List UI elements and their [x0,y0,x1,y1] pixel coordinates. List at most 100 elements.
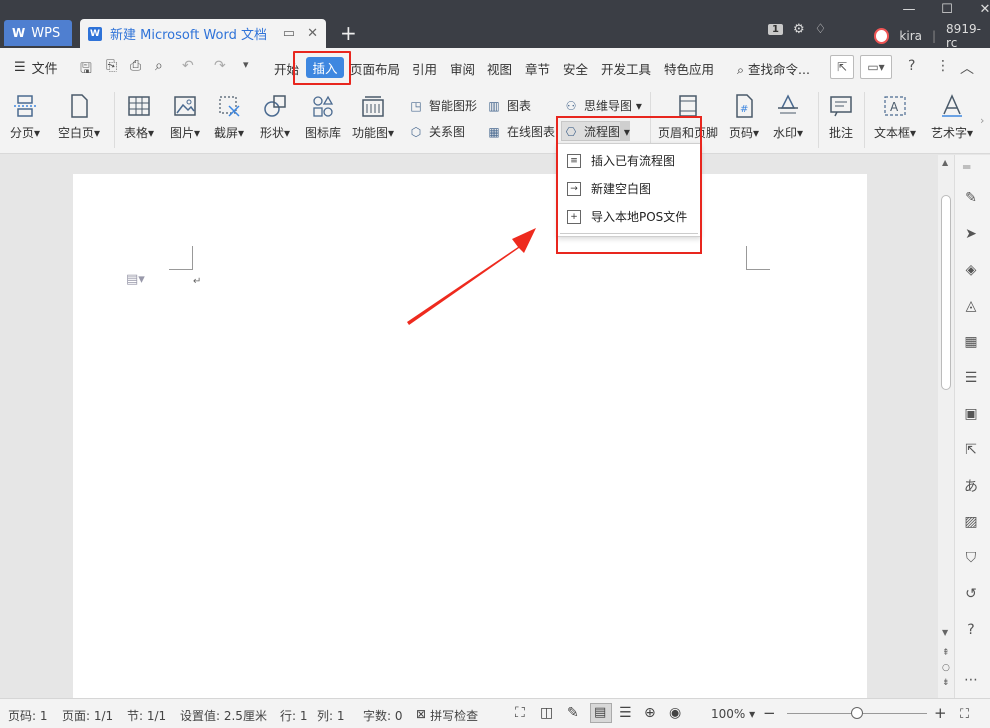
tab-page-layout[interactable]: 页面布局 [350,59,400,78]
maximize-icon[interactable]: ☐ [940,2,954,17]
undo-icon[interactable]: ↶ [182,58,194,74]
picture-tool-icon[interactable]: ▨ [961,512,981,532]
page-break-icon [12,93,38,119]
user-area[interactable]: kira | 8919-rc [874,22,990,50]
scroll-down-icon[interactable]: ▼ [942,628,948,637]
image-gallery-icon[interactable]: ▣ [961,404,981,424]
avatar[interactable] [874,28,890,44]
more-icon[interactable]: ⋮ [936,58,950,74]
collapse-ribbon-icon[interactable]: ︿ [960,58,974,78]
section-status[interactable]: 节: 1/1 [127,707,166,724]
eye-protection-icon[interactable]: ◉ [669,705,681,721]
collapse-menu-button[interactable]: ▭▾ [860,55,892,79]
word-count-status[interactable]: 字数: 0 [363,707,403,724]
cursor-icon[interactable]: ➤ [961,224,981,244]
fill-icon[interactable]: ◬ [961,296,981,316]
setting-status[interactable]: 设置值: 2.5厘米 [180,707,267,724]
security-shield-icon[interactable]: ⛉ [961,548,981,568]
tab-developer[interactable]: 开发工具 [601,59,651,78]
pin-icon[interactable]: ▭ [283,26,295,41]
new-tab-button[interactable]: + [340,21,357,45]
reading-mode-icon[interactable]: ◫ [540,705,553,721]
translate-icon[interactable]: あ [961,476,981,496]
tab-references[interactable]: 引用 [412,59,437,78]
prev-page-icon[interactable]: ⇞ [942,648,950,658]
close-window-icon[interactable]: ✕ [978,2,990,17]
settings-icon[interactable]: ⚙ [793,22,805,37]
zoom-slider-knob[interactable] [851,707,863,719]
page-number-button[interactable]: # 页码▾ [729,93,759,141]
window-count-badge[interactable]: 1 [768,24,783,35]
bar-chart-icon: ▥ [488,98,500,113]
blank-page-button[interactable]: 空白页▾ [58,93,100,141]
tab-chapter[interactable]: 章节 [525,59,550,78]
skin-icon[interactable]: ♢ [815,22,827,37]
help-circle-icon[interactable]: ? [961,620,981,640]
user-name[interactable]: kira [899,29,922,43]
outline-view-icon[interactable]: ☰ [619,705,632,721]
watermark-button[interactable]: 水印▾ [773,93,803,141]
page-break-button[interactable]: 分页▾ [10,93,40,141]
page-number-status[interactable]: 页码: 1 [8,707,48,724]
redo-icon[interactable]: ↷ [214,58,226,74]
preview-icon[interactable]: ⌕ [155,58,163,74]
table-button[interactable]: 表格▾ [124,93,154,141]
command-search[interactable]: ⌕ 查找命令... [737,59,810,78]
share-icon: ⇱ [836,60,848,74]
print-icon[interactable]: ⎙ [130,58,141,74]
picture-button[interactable]: 图片▾ [170,93,200,141]
spell-check-icon: ⊠ [416,707,427,721]
smart-art-label: 智能图形 [429,99,478,113]
tab-security[interactable]: 安全 [563,59,588,78]
pen-icon[interactable]: ✎ [961,188,981,208]
export-icon[interactable]: ⎘ [106,58,117,74]
scrollbar-thumb[interactable] [941,195,951,390]
chart-button[interactable]: ▥ 图表 [486,97,531,114]
icon-library-button[interactable]: 图标库 [305,93,341,141]
minimize-icon[interactable]: — [902,2,916,17]
edit-mode-icon[interactable]: ✎ [567,705,579,721]
history-icon[interactable]: ↺ [961,584,981,604]
mind-map-button[interactable]: ⚇ 思维导图 ▾ [563,97,642,114]
wps-home-tab[interactable]: W WPS [4,20,72,46]
fit-window-icon[interactable]: ⛶ [960,707,969,722]
paragraph-options-icon[interactable]: ▤▾ [126,272,145,287]
next-page-icon[interactable]: ⇟ [942,678,950,688]
textbox-button[interactable]: A 文本框▾ [874,93,916,141]
file-menu[interactable]: ☰ 文件 [14,58,58,77]
smart-art-button[interactable]: ◳ 智能图形 [408,97,477,114]
wordart-label: 艺术字▾ [931,126,974,140]
online-chart-icon: ▦ [488,124,500,139]
web-view-icon[interactable]: ⊕ [644,705,656,721]
relation-chart-button[interactable]: ⬡ 关系图 [408,123,465,140]
panel-more-icon[interactable]: ⋯ [961,670,981,690]
fullscreen-icon[interactable]: ⛶ [515,705,525,721]
select-browse-icon[interactable]: ○ [942,663,950,673]
screenshot-button[interactable]: 截屏▾ [214,93,244,141]
zoom-out-icon[interactable]: − [763,704,776,722]
tab-view[interactable]: 视图 [487,59,512,78]
document-tab[interactable]: W 新建 Microsoft Word 文档 ▭ ✕ [80,19,326,48]
ribbon-scroll-right-icon[interactable]: › [980,114,984,127]
zoom-level[interactable]: 100% ▾ [711,707,755,721]
customize-icon[interactable]: ▾ [243,58,249,71]
shapes-icon[interactable]: ◈ [961,260,981,280]
online-chart-button[interactable]: ▦ 在线图表 [486,123,555,140]
share-out-icon[interactable]: ⇱ [961,440,981,460]
function-chart-button[interactable]: 功能图▾ [352,93,394,141]
share-button[interactable]: ⇱ [830,55,854,79]
adjust-icon[interactable]: ☰ [961,368,981,388]
tab-review[interactable]: 审阅 [450,59,475,78]
grid-table-icon[interactable]: ▦ [961,332,981,352]
scroll-up-icon[interactable]: ▲ [942,158,948,167]
comment-button[interactable]: 批注 [828,93,854,141]
save-icon[interactable]: 🖫 [80,58,92,82]
close-tab-icon[interactable]: ✕ [307,26,318,41]
pages-status[interactable]: 页面: 1/1 [62,707,113,724]
shape-button[interactable]: 形状▾ [260,93,290,141]
tab-featured-apps[interactable]: 特色应用 [664,59,714,78]
help-icon[interactable]: ? [908,58,915,74]
wordart-button[interactable]: 艺术字▾ [931,93,973,141]
zoom-in-icon[interactable]: + [934,704,947,722]
spell-check-button[interactable]: ⊠ 拼写检查 [416,707,478,724]
